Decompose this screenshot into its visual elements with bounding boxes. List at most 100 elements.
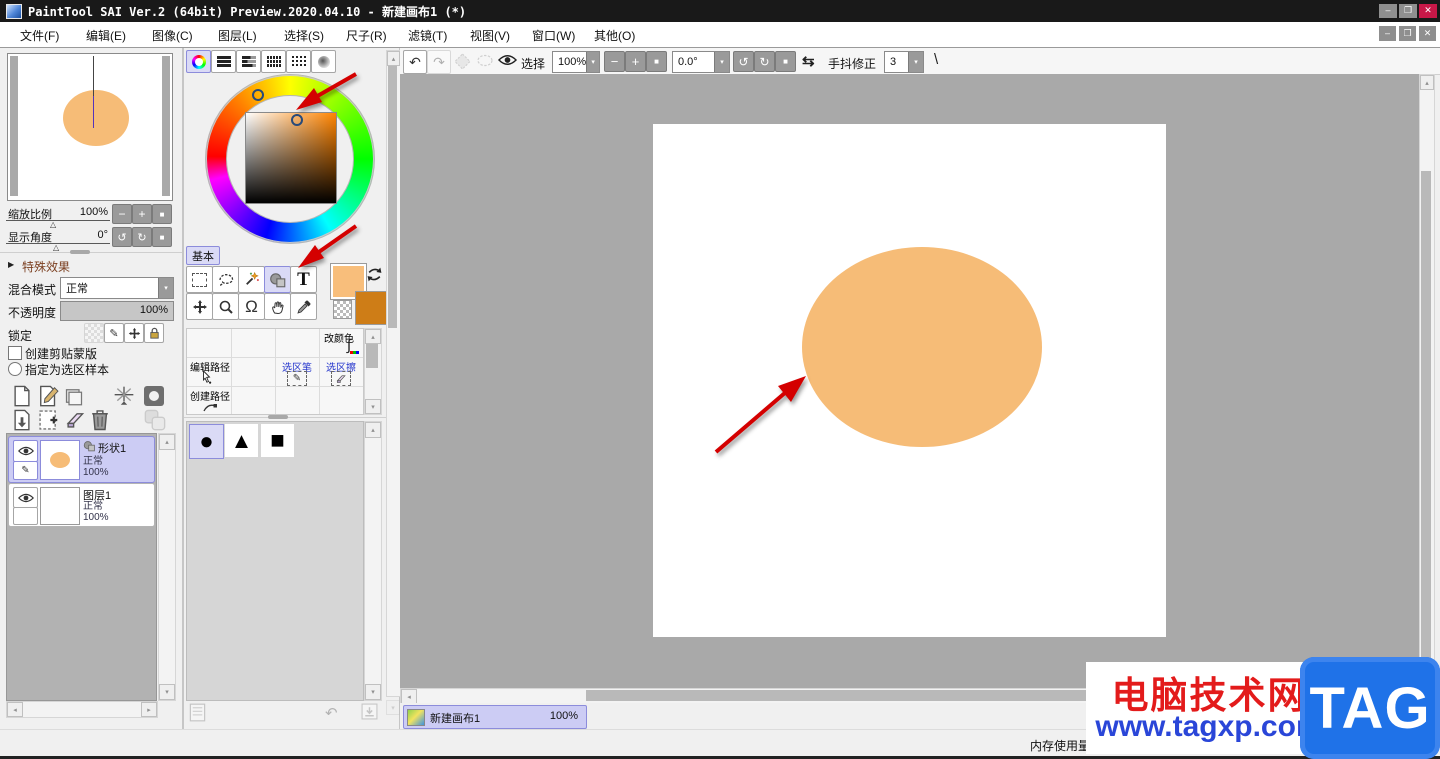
scrollbar-thumb[interactable] [366, 344, 378, 368]
menu-layer[interactable]: 图层(L) [218, 27, 257, 44]
tool-eyedropper[interactable] [290, 293, 317, 320]
zoom-dropdown[interactable]: 100% ▾ [552, 51, 600, 73]
lock-move-button[interactable] [124, 323, 144, 343]
menu-filter[interactable]: 滤镜(T) [408, 27, 447, 44]
redo-button[interactable]: ↷ [427, 50, 451, 74]
tool-rect-select[interactable] [186, 266, 213, 293]
rgb-slider-mode-button[interactable] [211, 50, 236, 73]
scroll-up-icon[interactable]: ▴ [159, 434, 175, 450]
opacity-slider[interactable]: 100% [60, 301, 174, 321]
shape-item-square[interactable]: ■ [261, 424, 294, 457]
nav-zoom-slider[interactable] [6, 206, 110, 221]
layer-visibility-toggle[interactable] [13, 440, 38, 462]
close-button[interactable]: ✕ [1419, 4, 1437, 18]
middle-separator-handle[interactable] [268, 415, 288, 419]
menu-image[interactable]: 图像(C) [152, 27, 193, 44]
tool-rotate-view[interactable]: Ω [238, 293, 265, 320]
save-tool-button[interactable] [361, 703, 378, 720]
scroll-up-icon[interactable]: ▴ [365, 422, 381, 438]
layer-row-shape1[interactable]: ✎ 形状1 正常 100% [8, 436, 155, 483]
canvas-tab[interactable]: 新建画布1 100% [403, 705, 587, 729]
canvas-viewport[interactable] [400, 74, 1419, 688]
reset-tool-button[interactable]: ↶ [325, 704, 338, 722]
scroll-down-icon[interactable]: ▾ [159, 684, 175, 700]
effects-header[interactable]: 特殊效果 [22, 258, 70, 275]
tool-hand[interactable] [264, 293, 291, 320]
lock-all-button[interactable] [144, 323, 164, 343]
layer-row-layer1[interactable]: 图层1 正常 100% [8, 483, 155, 527]
left-separator-handle[interactable] [70, 250, 90, 254]
clip-group-button[interactable] [144, 409, 166, 431]
layer-list-scrollbar[interactable]: ▴ ▾ [158, 433, 176, 701]
layer-edit-toggle[interactable]: ✎ [13, 461, 38, 480]
menu-ruler[interactable]: 尺子(R) [346, 27, 387, 44]
chevron-down-icon[interactable]: ▾ [586, 52, 599, 72]
shape-list-scrollbar[interactable]: ▴ ▾ [364, 421, 382, 701]
new-folder-button[interactable] [64, 386, 84, 406]
canvas-ellipse-shape[interactable] [802, 247, 1042, 447]
rotate-ccw-button[interactable]: ↺ [733, 51, 754, 72]
menu-window[interactable]: 窗口(W) [532, 27, 575, 44]
scroll-up-icon[interactable]: ▴ [387, 51, 400, 66]
deselect-button[interactable] [454, 53, 471, 70]
nav-rotate-ccw-button[interactable]: ↺ [112, 227, 132, 247]
menu-file[interactable]: 文件(F) [20, 27, 59, 44]
menu-view[interactable]: 视图(V) [470, 27, 510, 44]
hue-ring-marker[interactable] [252, 89, 264, 101]
option-selection-eraser[interactable]: 选区擦 [319, 357, 363, 386]
scrollbar-thumb[interactable] [1421, 171, 1431, 674]
transparent-color-swatch[interactable] [333, 300, 352, 319]
show-selection-toggle[interactable] [498, 54, 517, 66]
mixed-slider-mode-button[interactable] [261, 50, 286, 73]
paint-effect-button[interactable] [144, 386, 164, 406]
effects-expand-icon[interactable]: ▶ [8, 260, 14, 269]
layer-thumbnail[interactable] [40, 440, 80, 480]
line-quality-icon[interactable]: \ [934, 51, 938, 68]
lock-transparency-button[interactable] [84, 323, 104, 343]
rotate-cw-button[interactable]: ↻ [754, 51, 775, 72]
nav-zoom-slider-marker[interactable]: △ [50, 221, 56, 229]
panel-collapse-button[interactable]: ▾ [386, 700, 400, 715]
navigator-preview[interactable] [7, 53, 173, 201]
blend-mode-dropdown[interactable]: 正常 ▾ [60, 277, 174, 299]
doc-close-button[interactable]: ✕ [1419, 26, 1436, 41]
clip-mask-checkbox[interactable] [8, 346, 22, 360]
nav-angle-slider-marker[interactable]: △ [53, 244, 59, 252]
scrollbar-thumb[interactable] [388, 66, 397, 328]
zoom-reset-button[interactable]: ■ [646, 51, 667, 72]
scroll-right-icon[interactable]: ▸ [141, 702, 157, 717]
scroll-down-icon[interactable]: ▾ [365, 684, 381, 700]
option-create-path[interactable]: 创建路径 [187, 386, 231, 414]
undo-button[interactable]: ↶ [403, 50, 427, 74]
scroll-left-icon[interactable]: ◂ [401, 689, 417, 704]
menu-select[interactable]: 选择(S) [284, 27, 324, 44]
scroll-up-icon[interactable]: ▴ [365, 329, 381, 344]
saturation-value-square[interactable] [245, 112, 337, 204]
tool-lasso[interactable] [212, 266, 239, 293]
nav-zoom-out-button[interactable]: − [112, 204, 132, 224]
zoom-out-button[interactable]: − [604, 51, 625, 72]
nav-zoom-reset-button[interactable]: ■ [152, 204, 172, 224]
tool-shape[interactable] [264, 266, 291, 293]
scroll-up-icon[interactable]: ▴ [1420, 75, 1434, 90]
option-change-color[interactable]: 改颜色 ∫ [319, 329, 363, 357]
selection-source-radio[interactable] [8, 362, 22, 376]
layer-thumbnail[interactable] [40, 487, 80, 525]
nav-angle-slider[interactable] [6, 229, 110, 244]
doc-restore-button[interactable]: ❐ [1399, 26, 1416, 41]
new-layer-button[interactable] [12, 385, 32, 407]
zoom-in-button[interactable]: + [625, 51, 646, 72]
doc-minimize-button[interactable]: – [1379, 26, 1396, 41]
shape-item-circle[interactable]: ● [189, 424, 224, 459]
nav-rotate-cw-button[interactable]: ↻ [132, 227, 152, 247]
canvas-vscrollbar[interactable]: ▴ [1419, 74, 1435, 690]
hsv-slider-mode-button[interactable] [236, 50, 261, 73]
menu-edit[interactable]: 编辑(E) [86, 27, 126, 44]
option-selection-pen[interactable]: 选区笔 ✎ [275, 357, 319, 386]
middle-panel-scrollbar[interactable]: ▴ [386, 50, 401, 697]
lock-paint-button[interactable]: ✎ [104, 323, 124, 343]
scroll-left-icon[interactable]: ◂ [7, 702, 23, 717]
rotate-reset-button[interactable]: ■ [775, 51, 796, 72]
transfer-down-button[interactable] [12, 409, 32, 431]
scroll-down-icon[interactable]: ▾ [365, 399, 381, 414]
